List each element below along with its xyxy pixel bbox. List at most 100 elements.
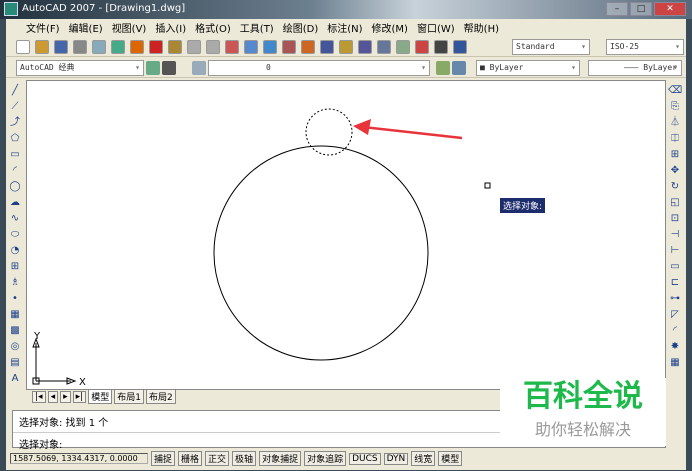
standard-tool-icon[interactable] xyxy=(396,40,410,54)
standard-tool-icon[interactable] xyxy=(54,40,68,54)
maximize-button[interactable]: □ xyxy=(630,2,652,16)
standard-tool-icon[interactable] xyxy=(130,40,144,54)
drawing-canvas[interactable]: Y X 选择对象: xyxy=(26,80,666,390)
standard-tool-icon[interactable] xyxy=(453,40,467,54)
status-toggle-5[interactable]: 对象追踪 xyxy=(304,451,347,466)
status-toggle-9[interactable]: 模型 xyxy=(438,451,463,466)
modify-tool-icon[interactable]: ⌫ xyxy=(668,84,682,97)
standard-tool-icon[interactable] xyxy=(73,40,87,54)
standard-tool-icon[interactable] xyxy=(111,40,125,54)
standard-tool-icon[interactable] xyxy=(149,40,163,54)
menu-item-7[interactable]: 标注(N) xyxy=(327,20,362,35)
standard-tool-icon[interactable] xyxy=(206,40,220,54)
modify-tool-icon[interactable]: ◜ xyxy=(668,324,682,337)
draw-tool-icon[interactable]: ╱ xyxy=(8,84,22,97)
draw-tool-icon[interactable]: ◯ xyxy=(8,180,22,193)
menu-item-2[interactable]: 视图(V) xyxy=(112,20,147,35)
draw-tool-icon[interactable]: ▩ xyxy=(8,324,22,337)
menu-item-4[interactable]: 格式(O) xyxy=(195,20,231,35)
close-button[interactable]: ✕ xyxy=(654,2,686,16)
layer-previous-icon[interactable] xyxy=(452,61,466,75)
modify-tool-icon[interactable]: ⎅ xyxy=(668,132,682,145)
status-toggle-8[interactable]: 线宽 xyxy=(411,451,436,466)
draw-tool-icon[interactable]: ⬠ xyxy=(8,132,22,145)
standard-tool-icon[interactable] xyxy=(16,40,30,54)
tab-nav-first[interactable]: |◂ xyxy=(32,390,46,403)
status-toggle-2[interactable]: 正交 xyxy=(205,451,230,466)
modify-tool-icon[interactable]: ▭ xyxy=(668,260,682,273)
standard-tool-icon[interactable] xyxy=(187,40,201,54)
workspace-settings-icon[interactable] xyxy=(146,61,160,75)
modify-tool-icon[interactable]: ⊣ xyxy=(668,228,682,241)
modify-tool-icon[interactable]: ⊏ xyxy=(668,276,682,289)
selected-small-circle[interactable] xyxy=(305,108,353,156)
modify-tool-icon[interactable]: ⊢ xyxy=(668,244,682,257)
layer-manager-icon[interactable] xyxy=(192,61,206,75)
standard-tool-icon[interactable] xyxy=(244,40,258,54)
my-workspace-icon[interactable] xyxy=(162,61,176,75)
status-toggle-7[interactable]: DYN xyxy=(383,452,409,465)
modify-tool-icon[interactable]: ↻ xyxy=(668,180,682,193)
draw-tool-icon[interactable]: ⤴ xyxy=(8,116,22,129)
modify-tool-icon[interactable]: ⎘ xyxy=(668,100,682,113)
draw-tool-icon[interactable]: ◜ xyxy=(8,164,22,177)
color-select[interactable]: ■ ByLayer xyxy=(476,60,580,76)
modify-tool-icon[interactable]: ◱ xyxy=(668,196,682,209)
draw-tool-icon[interactable]: ▦ xyxy=(8,308,22,321)
draw-tool-icon[interactable]: ♗ xyxy=(8,276,22,289)
menu-item-0[interactable]: 文件(F) xyxy=(26,20,60,35)
modify-tool-icon[interactable]: ⊞ xyxy=(668,148,682,161)
standard-tool-icon[interactable] xyxy=(168,40,182,54)
tab-layout2[interactable]: 布局2 xyxy=(145,389,176,404)
standard-tool-icon[interactable] xyxy=(358,40,372,54)
modify-tool-icon[interactable]: ⊶ xyxy=(668,292,682,305)
standard-tool-icon[interactable] xyxy=(320,40,334,54)
tab-model[interactable]: 模型 xyxy=(88,389,113,404)
tab-nav-prev[interactable]: ◂ xyxy=(47,390,59,403)
tab-nav-next[interactable]: ▸ xyxy=(60,390,71,403)
status-toggle-6[interactable]: DUCS xyxy=(349,452,381,465)
standard-tool-icon[interactable] xyxy=(35,40,49,54)
large-circle[interactable] xyxy=(213,145,429,361)
menu-item-8[interactable]: 修改(M) xyxy=(372,20,408,35)
modify-tool-icon[interactable]: ⏃ xyxy=(668,116,682,129)
modify-tool-icon[interactable]: ✥ xyxy=(668,164,682,177)
draw-tool-icon[interactable]: ⟋ xyxy=(8,100,22,113)
modify-tool-icon[interactable]: ◸ xyxy=(668,308,682,321)
status-toggle-4[interactable]: 对象捕捉 xyxy=(259,451,302,466)
draw-tool-icon[interactable]: ⬭ xyxy=(8,228,22,241)
draw-tool-icon[interactable]: ▤ xyxy=(8,356,22,369)
draw-tool-icon[interactable]: ▭ xyxy=(8,148,22,161)
draw-tool-icon[interactable]: • xyxy=(8,292,22,305)
standard-tool-icon[interactable] xyxy=(263,40,277,54)
modify-tool-icon[interactable]: ⊡ xyxy=(668,212,682,225)
modify-tool-icon[interactable]: ✸ xyxy=(668,340,682,353)
draw-tool-icon[interactable]: ∿ xyxy=(8,212,22,225)
standard-tool-icon[interactable] xyxy=(415,40,429,54)
dim-style-select[interactable]: ISO-25 xyxy=(606,39,684,55)
draw-tool-icon[interactable]: ⊞ xyxy=(8,260,22,273)
linetype-select[interactable]: ——— ByLayer xyxy=(588,60,682,76)
status-toggle-1[interactable]: 栅格 xyxy=(178,451,203,466)
tab-nav-last[interactable]: ▸| xyxy=(72,390,87,403)
standard-tool-icon[interactable] xyxy=(434,40,448,54)
status-toggle-3[interactable]: 极轴 xyxy=(232,451,257,466)
standard-tool-icon[interactable] xyxy=(92,40,106,54)
tab-layout1[interactable]: 布局1 xyxy=(114,389,144,404)
draw-tool-icon[interactable]: ◎ xyxy=(8,340,22,353)
menu-item-1[interactable]: 编辑(E) xyxy=(69,20,103,35)
layer-select[interactable]: 0 xyxy=(208,60,430,76)
standard-tool-icon[interactable] xyxy=(377,40,391,54)
menu-item-5[interactable]: 工具(T) xyxy=(240,20,274,35)
status-toggle-0[interactable]: 捕捉 xyxy=(151,451,176,466)
standard-tool-icon[interactable] xyxy=(301,40,315,54)
text-style-select[interactable]: Standard xyxy=(512,39,590,55)
draw-tool-icon[interactable]: ☁ xyxy=(8,196,22,209)
draw-tool-icon[interactable]: A xyxy=(8,372,22,385)
menu-item-6[interactable]: 绘图(D) xyxy=(283,20,319,35)
modify-tool-icon[interactable]: ▦ xyxy=(668,356,682,369)
make-layer-current-icon[interactable] xyxy=(436,61,450,75)
menu-item-10[interactable]: 帮助(H) xyxy=(464,20,499,35)
menu-item-9[interactable]: 窗口(W) xyxy=(417,20,455,35)
standard-tool-icon[interactable] xyxy=(282,40,296,54)
